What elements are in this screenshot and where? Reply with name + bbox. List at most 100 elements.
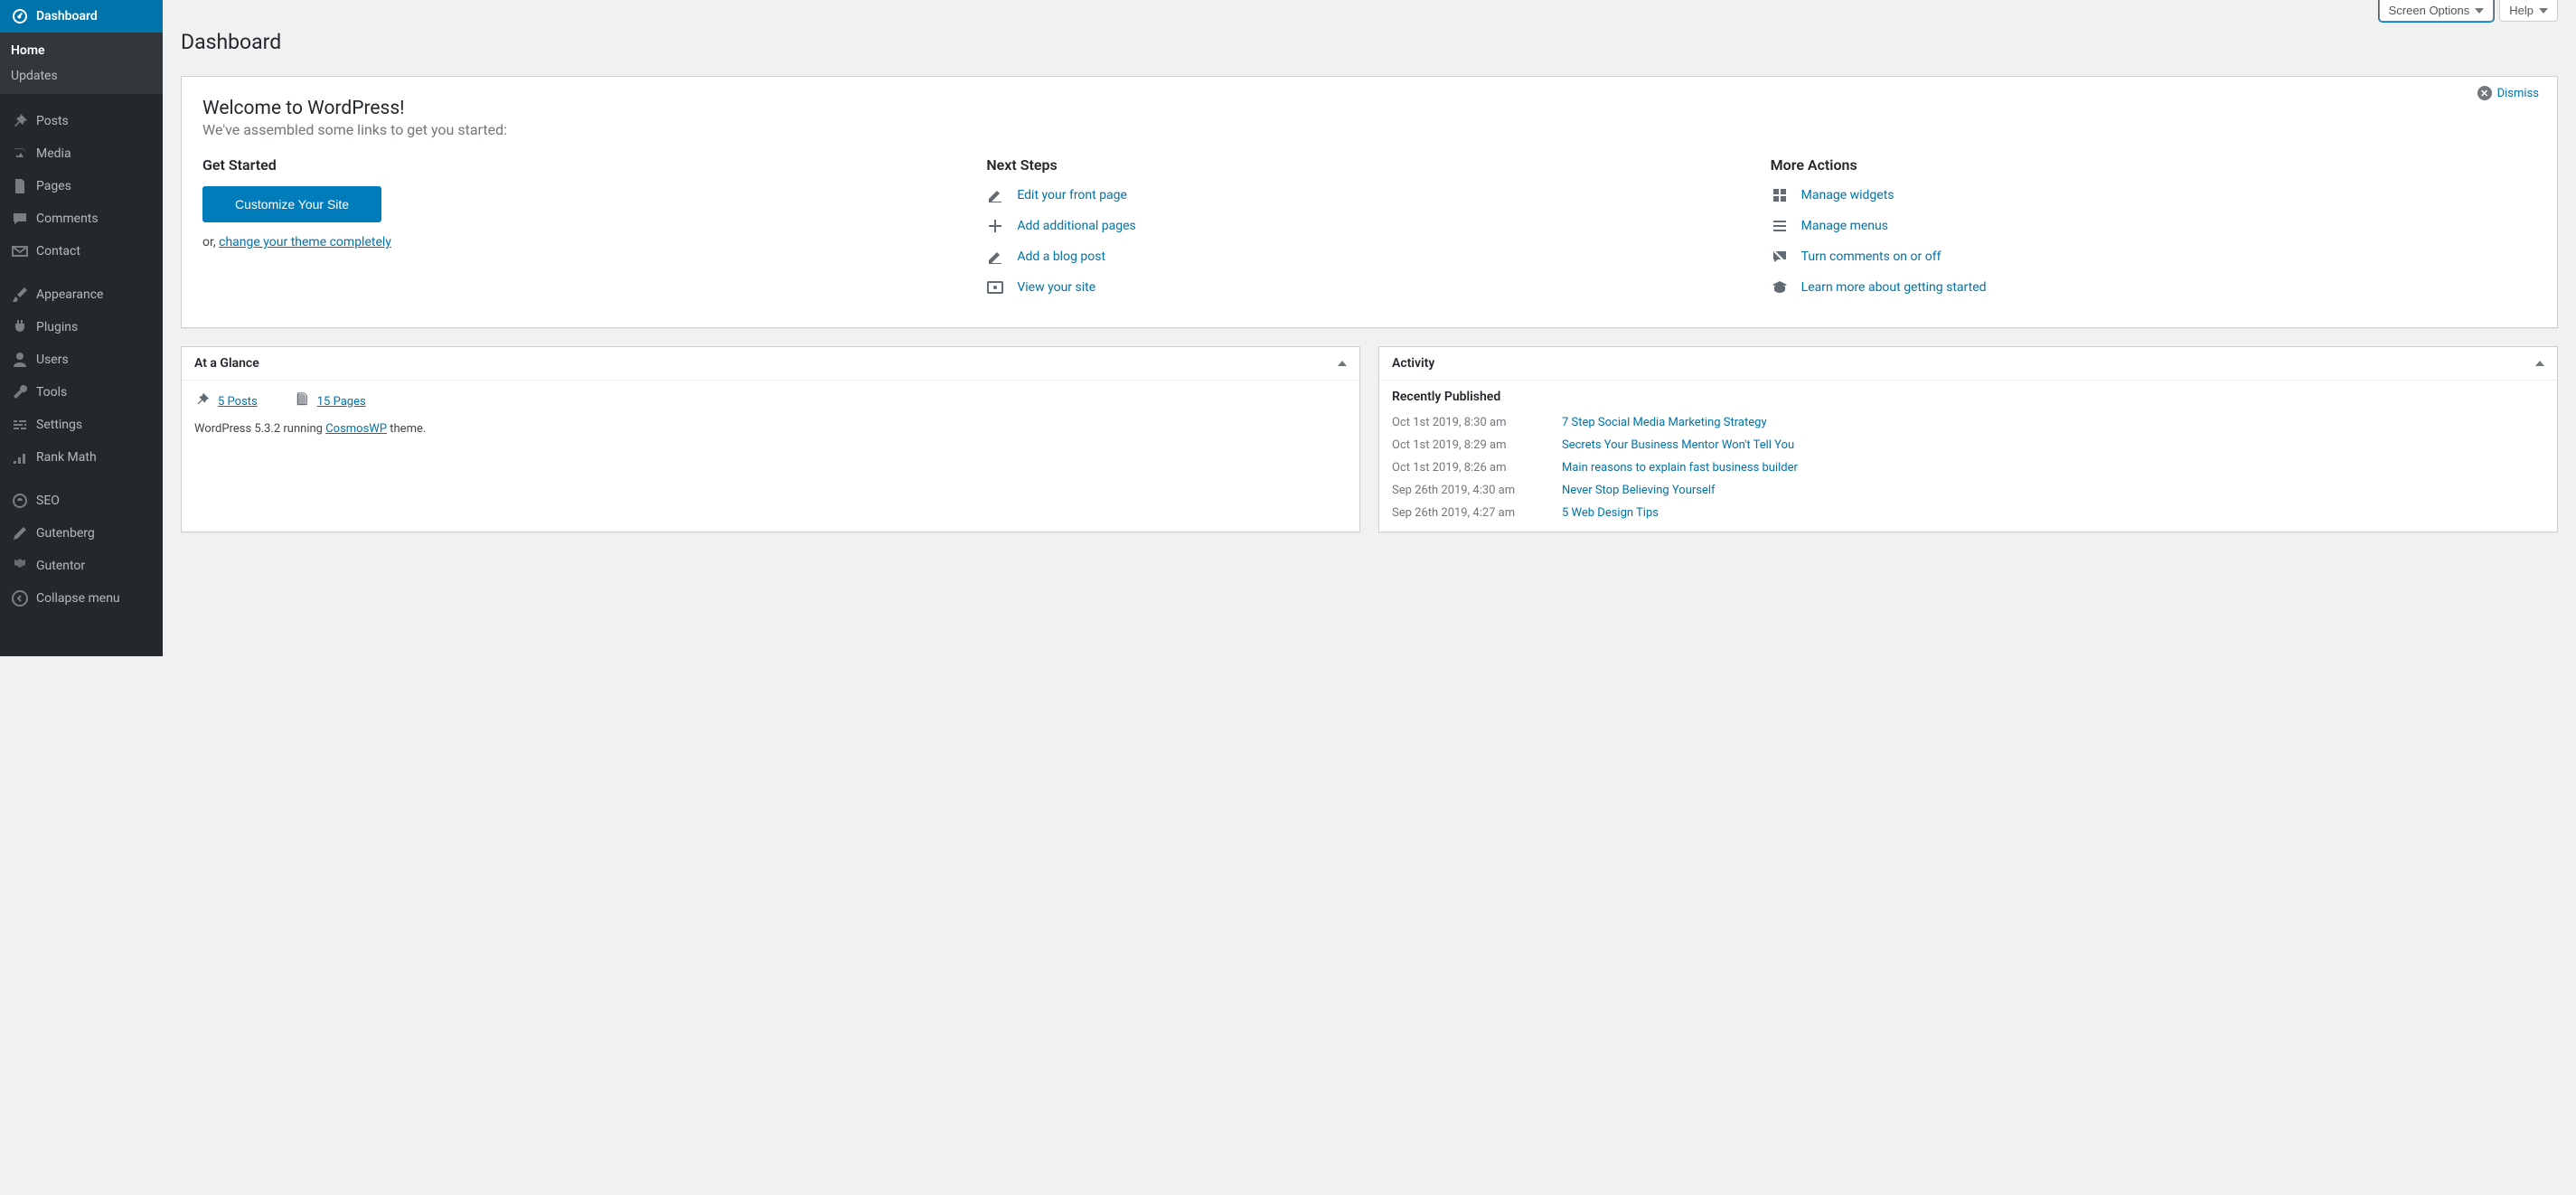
pencil-icon	[11, 524, 29, 542]
edit-front-page-link[interactable]: Edit your front page	[1017, 188, 1127, 202]
edit-icon	[986, 248, 1004, 266]
sidebar-item-gutentor[interactable]: Gutentor	[0, 550, 163, 582]
sidebar-item-tools[interactable]: Tools	[0, 376, 163, 409]
admin-sidebar: Dashboard Home Updates Posts Media Pages…	[0, 0, 163, 656]
change-theme-line: or, change your theme completely	[202, 235, 968, 249]
learn-icon	[1771, 278, 1789, 296]
at-a-glance-heading: At a Glance	[194, 356, 259, 371]
manage-menus-link[interactable]: Manage menus	[1801, 219, 1888, 233]
view-site-link[interactable]: View your site	[1017, 280, 1095, 295]
chevron-down-icon	[2475, 8, 2484, 14]
sidebar-item-plugins[interactable]: Plugins	[0, 311, 163, 343]
running-prefix: WordPress 5.3.2 running	[194, 422, 325, 436]
sidebar-item-rankmath[interactable]: Rank Math	[0, 441, 163, 474]
manage-widgets-link[interactable]: Manage widgets	[1801, 188, 1894, 202]
add-blog-post-link[interactable]: Add a blog post	[1017, 249, 1105, 264]
mail-icon	[11, 242, 29, 260]
at-a-glance-box: At a Glance 5 Posts 15 Pages	[181, 346, 1360, 532]
sidebar-item-dashboard[interactable]: Dashboard	[0, 0, 163, 33]
pages-icon	[294, 391, 310, 411]
sidebar-item-settings[interactable]: Settings	[0, 409, 163, 441]
wp-version-line: WordPress 5.3.2 running CosmosWP theme.	[194, 422, 1347, 436]
activity-box: Activity Recently Published Oct 1st 2019…	[1378, 346, 2558, 532]
change-theme-link[interactable]: change your theme completely	[219, 235, 391, 249]
next-steps-heading: Next Steps	[986, 156, 1752, 174]
sidebar-item-pages[interactable]: Pages	[0, 170, 163, 202]
sidebar-label: Rank Math	[36, 450, 97, 465]
gutentor-icon	[11, 557, 29, 575]
comment-icon	[11, 210, 29, 228]
collapse-toggle-icon[interactable]	[1338, 361, 1347, 366]
customize-site-button[interactable]: Customize Your Site	[202, 186, 381, 222]
activity-item: Oct 1st 2019, 8:30 am 7 Step Social Media…	[1392, 411, 2544, 434]
sidebar-subitem-updates[interactable]: Updates	[0, 63, 163, 89]
activity-date: Sep 26th 2019, 4:30 am	[1392, 484, 1546, 497]
get-started-column: Get Started Customize Your Site or, chan…	[202, 156, 968, 309]
dismiss-label: Dismiss	[2497, 87, 2539, 100]
plus-icon	[986, 217, 1004, 235]
more-actions-column: More Actions Manage widgets Manage menus…	[1771, 156, 2536, 309]
sidebar-item-gutenberg[interactable]: Gutenberg	[0, 517, 163, 550]
comments-toggle-link[interactable]: Turn comments on or off	[1801, 249, 1941, 264]
activity-post-link[interactable]: 5 Web Design Tips	[1562, 506, 1659, 520]
collapse-toggle-icon[interactable]	[2535, 361, 2544, 366]
theme-link[interactable]: CosmosWP	[325, 422, 387, 436]
welcome-subtitle: We've assembled some links to get you st…	[202, 121, 2536, 138]
sidebar-item-users[interactable]: Users	[0, 343, 163, 376]
sidebar-label: Settings	[36, 418, 82, 432]
media-icon	[11, 145, 29, 163]
activity-date: Oct 1st 2019, 8:30 am	[1392, 416, 1546, 429]
chart-icon	[11, 448, 29, 466]
posts-count-link[interactable]: 5 Posts	[194, 391, 258, 411]
activity-date: Oct 1st 2019, 8:26 am	[1392, 461, 1546, 475]
help-button[interactable]: Help	[2499, 0, 2558, 22]
sidebar-item-posts[interactable]: Posts	[0, 105, 163, 137]
add-pages-link[interactable]: Add additional pages	[1017, 219, 1135, 233]
activity-item: Oct 1st 2019, 8:26 am Main reasons to exp…	[1392, 456, 2544, 479]
sidebar-item-seo[interactable]: SEO	[0, 485, 163, 517]
dismiss-button[interactable]: ✕ Dismiss	[2477, 86, 2539, 100]
next-steps-column: Next Steps Edit your front page Add addi…	[986, 156, 1752, 309]
pages-count-link[interactable]: 15 Pages	[294, 391, 366, 411]
sidebar-label: Gutentor	[36, 559, 85, 573]
sidebar-item-comments[interactable]: Comments	[0, 202, 163, 235]
sidebar-label: Tools	[36, 385, 67, 400]
widgets-icon	[1771, 186, 1789, 204]
activity-post-link[interactable]: Main reasons to explain fast business bu…	[1562, 461, 1798, 475]
activity-item: Oct 1st 2019, 8:29 amSecrets Your Busine…	[1392, 434, 2544, 456]
seo-icon	[11, 492, 29, 510]
pin-icon	[11, 112, 29, 130]
sidebar-label: Appearance	[36, 287, 103, 302]
welcome-title: Welcome to WordPress!	[202, 98, 2536, 119]
sidebar-label: Collapse menu	[36, 591, 120, 606]
close-icon: ✕	[2477, 86, 2492, 100]
sidebar-item-contact[interactable]: Contact	[0, 235, 163, 268]
activity-heading: Activity	[1392, 356, 1434, 371]
sidebar-item-media[interactable]: Media	[0, 137, 163, 170]
sidebar-subitem-home[interactable]: Home	[0, 38, 163, 63]
brush-icon	[11, 286, 29, 304]
activity-date: Sep 26th 2019, 4:27 am	[1392, 506, 1546, 520]
running-suffix: theme.	[387, 422, 426, 436]
sidebar-item-appearance[interactable]: Appearance	[0, 278, 163, 311]
sidebar-label: Plugins	[36, 320, 78, 334]
view-icon	[986, 278, 1004, 296]
sidebar-label: Gutenberg	[36, 526, 95, 541]
welcome-panel: ✕ Dismiss Welcome to WordPress! We've as…	[181, 76, 2558, 328]
sidebar-label: SEO	[36, 494, 60, 508]
recently-published-heading: Recently Published	[1392, 381, 2544, 411]
sidebar-label: Posts	[36, 114, 69, 128]
dashboard-icon	[11, 7, 29, 25]
or-prefix: or,	[202, 235, 219, 249]
edit-icon	[986, 186, 1004, 204]
activity-post-link[interactable]: Secrets Your Business Mentor Won't Tell …	[1562, 438, 1794, 452]
more-actions-heading: More Actions	[1771, 156, 2536, 174]
posts-count-text: 5 Posts	[218, 395, 258, 409]
screen-options-button[interactable]: Screen Options	[2379, 0, 2495, 22]
sidebar-label: Comments	[36, 212, 99, 226]
learn-more-link[interactable]: Learn more about getting started	[1801, 280, 1987, 295]
activity-post-link[interactable]: 7 Step Social Media Marketing Strategy	[1562, 416, 1767, 429]
sidebar-label: Pages	[36, 179, 71, 193]
activity-post-link[interactable]: Never Stop Believing Yourself	[1562, 484, 1716, 497]
sidebar-item-collapse[interactable]: Collapse menu	[0, 582, 163, 615]
